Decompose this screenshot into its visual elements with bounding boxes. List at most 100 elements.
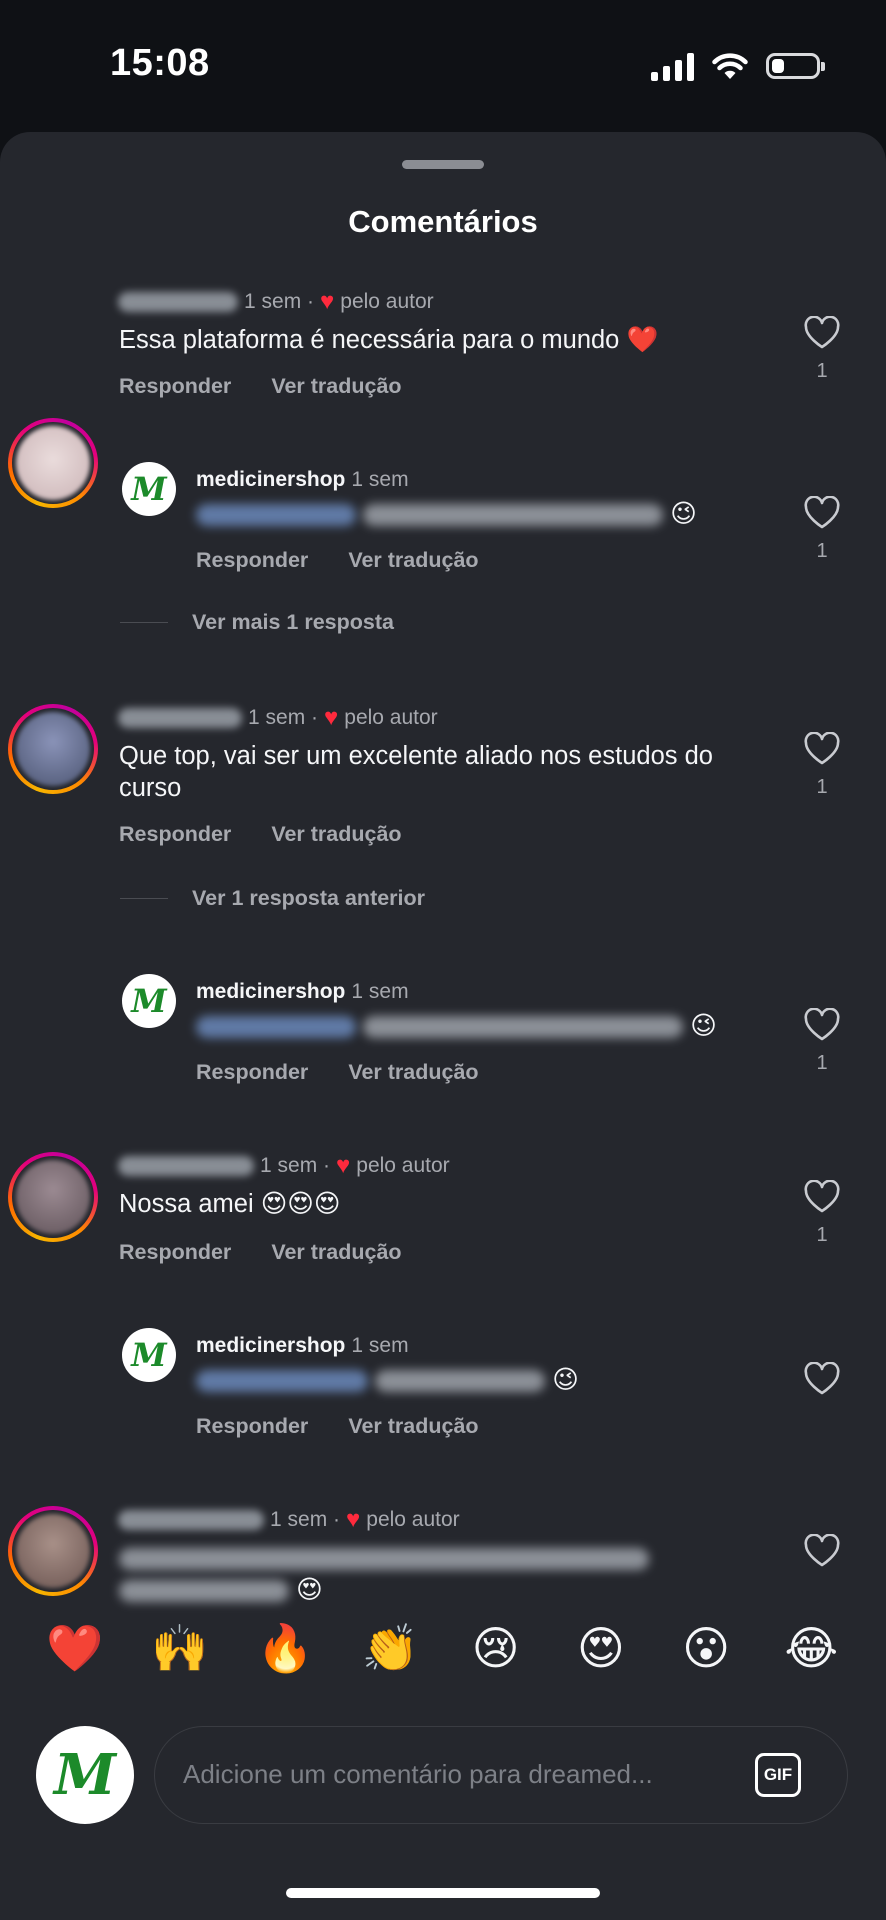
- avatar[interactable]: M: [36, 1726, 134, 1824]
- view-more-replies-button[interactable]: Ver mais 1 resposta: [120, 610, 394, 635]
- reply-button[interactable]: Responder: [119, 1240, 231, 1265]
- reaction-laughing[interactable]: 😂: [781, 1620, 841, 1676]
- heart-filled-icon: ♥: [336, 1152, 351, 1179]
- wink-emoji: 😉: [690, 1012, 717, 1040]
- emoji-reaction-bar: ❤️ 🙌 🔥 👏 😢 😍 😮 😂: [0, 1620, 886, 1676]
- see-translation-button[interactable]: Ver tradução: [348, 548, 478, 573]
- reply-button[interactable]: Responder: [196, 1060, 308, 1085]
- comment-actions: Responder Ver tradução: [196, 1414, 479, 1439]
- liked-by-author-label: pelo autor: [366, 1508, 460, 1531]
- see-translation-button[interactable]: Ver tradução: [348, 1060, 478, 1085]
- reaction-surprised[interactable]: 😮: [676, 1620, 736, 1676]
- avatar[interactable]: [8, 418, 98, 508]
- reaction-fire[interactable]: 🔥: [255, 1620, 315, 1676]
- blurred-text: [363, 504, 664, 527]
- comment-actions: Responder Ver tradução: [119, 1240, 402, 1265]
- comment-text: 😉: [196, 1010, 756, 1042]
- blurred-mention[interactable]: [196, 1016, 356, 1039]
- comment-time: 1 sem: [351, 1334, 409, 1357]
- view-previous-replies-button[interactable]: Ver 1 resposta anterior: [120, 886, 425, 911]
- avatar[interactable]: [8, 704, 98, 794]
- comment-username[interactable]: medicinershop: [196, 468, 345, 492]
- comment-meta: 1 sem · ♥ pelo autor: [118, 290, 434, 314]
- like-button[interactable]: 1: [792, 1180, 852, 1247]
- comment-input[interactable]: Adicione um comentário para dreamed... G…: [154, 1726, 848, 1824]
- comment-meta: 1 sem · ♥ pelo autor: [118, 1508, 460, 1532]
- comment-input-placeholder: Adicione um comentário para dreamed...: [183, 1759, 653, 1789]
- liked-by-author-label: pelo autor: [344, 706, 438, 729]
- like-button[interactable]: 1: [792, 316, 852, 383]
- reply-button[interactable]: Responder: [119, 374, 231, 399]
- status-time: 15:08: [110, 42, 210, 84]
- blurred-username[interactable]: [118, 1156, 254, 1176]
- liked-by-author-label: pelo autor: [356, 1154, 450, 1177]
- comments-list[interactable]: 1 sem · ♥ pelo autor Essa plataforma é n…: [0, 262, 886, 1722]
- avatar[interactable]: [8, 1506, 98, 1596]
- like-button[interactable]: 1: [792, 732, 852, 799]
- blurred-username[interactable]: [118, 292, 238, 312]
- comment-time: 1 sem: [351, 468, 409, 491]
- comment-text: Essa plataforma é necessária para o mund…: [119, 326, 659, 354]
- reaction-heart[interactable]: ❤️: [45, 1620, 105, 1676]
- comment-time: 1 sem ·: [260, 1154, 331, 1177]
- comment-actions: Responder Ver tradução: [196, 1060, 479, 1085]
- like-button[interactable]: 1: [792, 496, 852, 563]
- see-translation-button[interactable]: Ver tradução: [271, 822, 401, 847]
- heart-outline-icon: [804, 1362, 840, 1395]
- comment-composer: M Adicione um comentário para dreamed...…: [0, 1720, 886, 1830]
- blurred-text: [119, 1580, 289, 1603]
- comment-meta: 1 sem · ♥ pelo autor: [118, 706, 438, 730]
- avatar[interactable]: [8, 1152, 98, 1242]
- wink-emoji: 😉: [552, 1366, 579, 1394]
- heart-outline-icon: [804, 1180, 840, 1213]
- reaction-heart-eyes[interactable]: 😍: [571, 1620, 631, 1676]
- heart-outline-icon: [804, 496, 840, 529]
- sheet-title: Comentários: [348, 204, 538, 239]
- like-count: 1: [816, 1052, 828, 1074]
- see-translation-button[interactable]: Ver tradução: [271, 1240, 401, 1265]
- like-button[interactable]: [792, 1534, 852, 1568]
- avatar[interactable]: M: [122, 1328, 176, 1382]
- blurred-text: [363, 1016, 684, 1039]
- battery-icon: [766, 53, 825, 79]
- heart-filled-icon: ♥: [320, 288, 335, 315]
- comment-text: 😍: [119, 1542, 719, 1606]
- gif-button[interactable]: GIF: [755, 1753, 801, 1797]
- comment-meta: medicinershop 1 sem: [196, 468, 409, 492]
- comment-username[interactable]: medicinershop: [196, 1334, 345, 1358]
- comment-time: 1 sem ·: [270, 1508, 341, 1531]
- see-translation-button[interactable]: Ver tradução: [348, 1414, 478, 1439]
- see-translation-button[interactable]: Ver tradução: [271, 374, 401, 399]
- home-indicator[interactable]: [286, 1888, 600, 1898]
- comment-time: 1 sem: [351, 980, 409, 1003]
- status-bar: 15:08: [0, 0, 886, 130]
- heart-eyes-emoji: 😍: [296, 1576, 323, 1604]
- blurred-username[interactable]: [118, 1510, 264, 1530]
- avatar[interactable]: M: [122, 974, 176, 1028]
- blurred-text: [375, 1370, 546, 1393]
- reply-button[interactable]: Responder: [196, 548, 308, 573]
- heart-filled-icon: ♥: [324, 704, 339, 731]
- like-button[interactable]: 1: [792, 1008, 852, 1075]
- sheet-grabber[interactable]: [402, 160, 484, 169]
- heart-outline-icon: [804, 1534, 840, 1567]
- comment-meta: medicinershop 1 sem: [196, 980, 409, 1004]
- blurred-mention[interactable]: [196, 1370, 368, 1393]
- avatar[interactable]: M: [122, 462, 176, 516]
- reaction-raised-hands[interactable]: 🙌: [150, 1620, 210, 1676]
- reaction-clap[interactable]: 👏: [360, 1620, 420, 1676]
- heart-outline-icon: [804, 732, 840, 765]
- comment-username[interactable]: medicinershop: [196, 980, 345, 1004]
- blurred-username[interactable]: [118, 708, 242, 728]
- reply-button[interactable]: Responder: [196, 1414, 308, 1439]
- like-count: 1: [816, 1224, 828, 1246]
- comment-text: Que top, vai ser um excelente aliado nos…: [119, 742, 713, 802]
- wink-emoji: 😉: [670, 500, 697, 528]
- reply-button[interactable]: Responder: [119, 822, 231, 847]
- blurred-mention[interactable]: [196, 504, 356, 527]
- comment-text: Nossa amei 😍😍😍: [119, 1190, 341, 1218]
- status-icons: [651, 48, 825, 84]
- like-button[interactable]: [792, 1362, 852, 1396]
- reaction-crying[interactable]: 😢: [466, 1620, 526, 1676]
- like-count: 1: [816, 540, 828, 562]
